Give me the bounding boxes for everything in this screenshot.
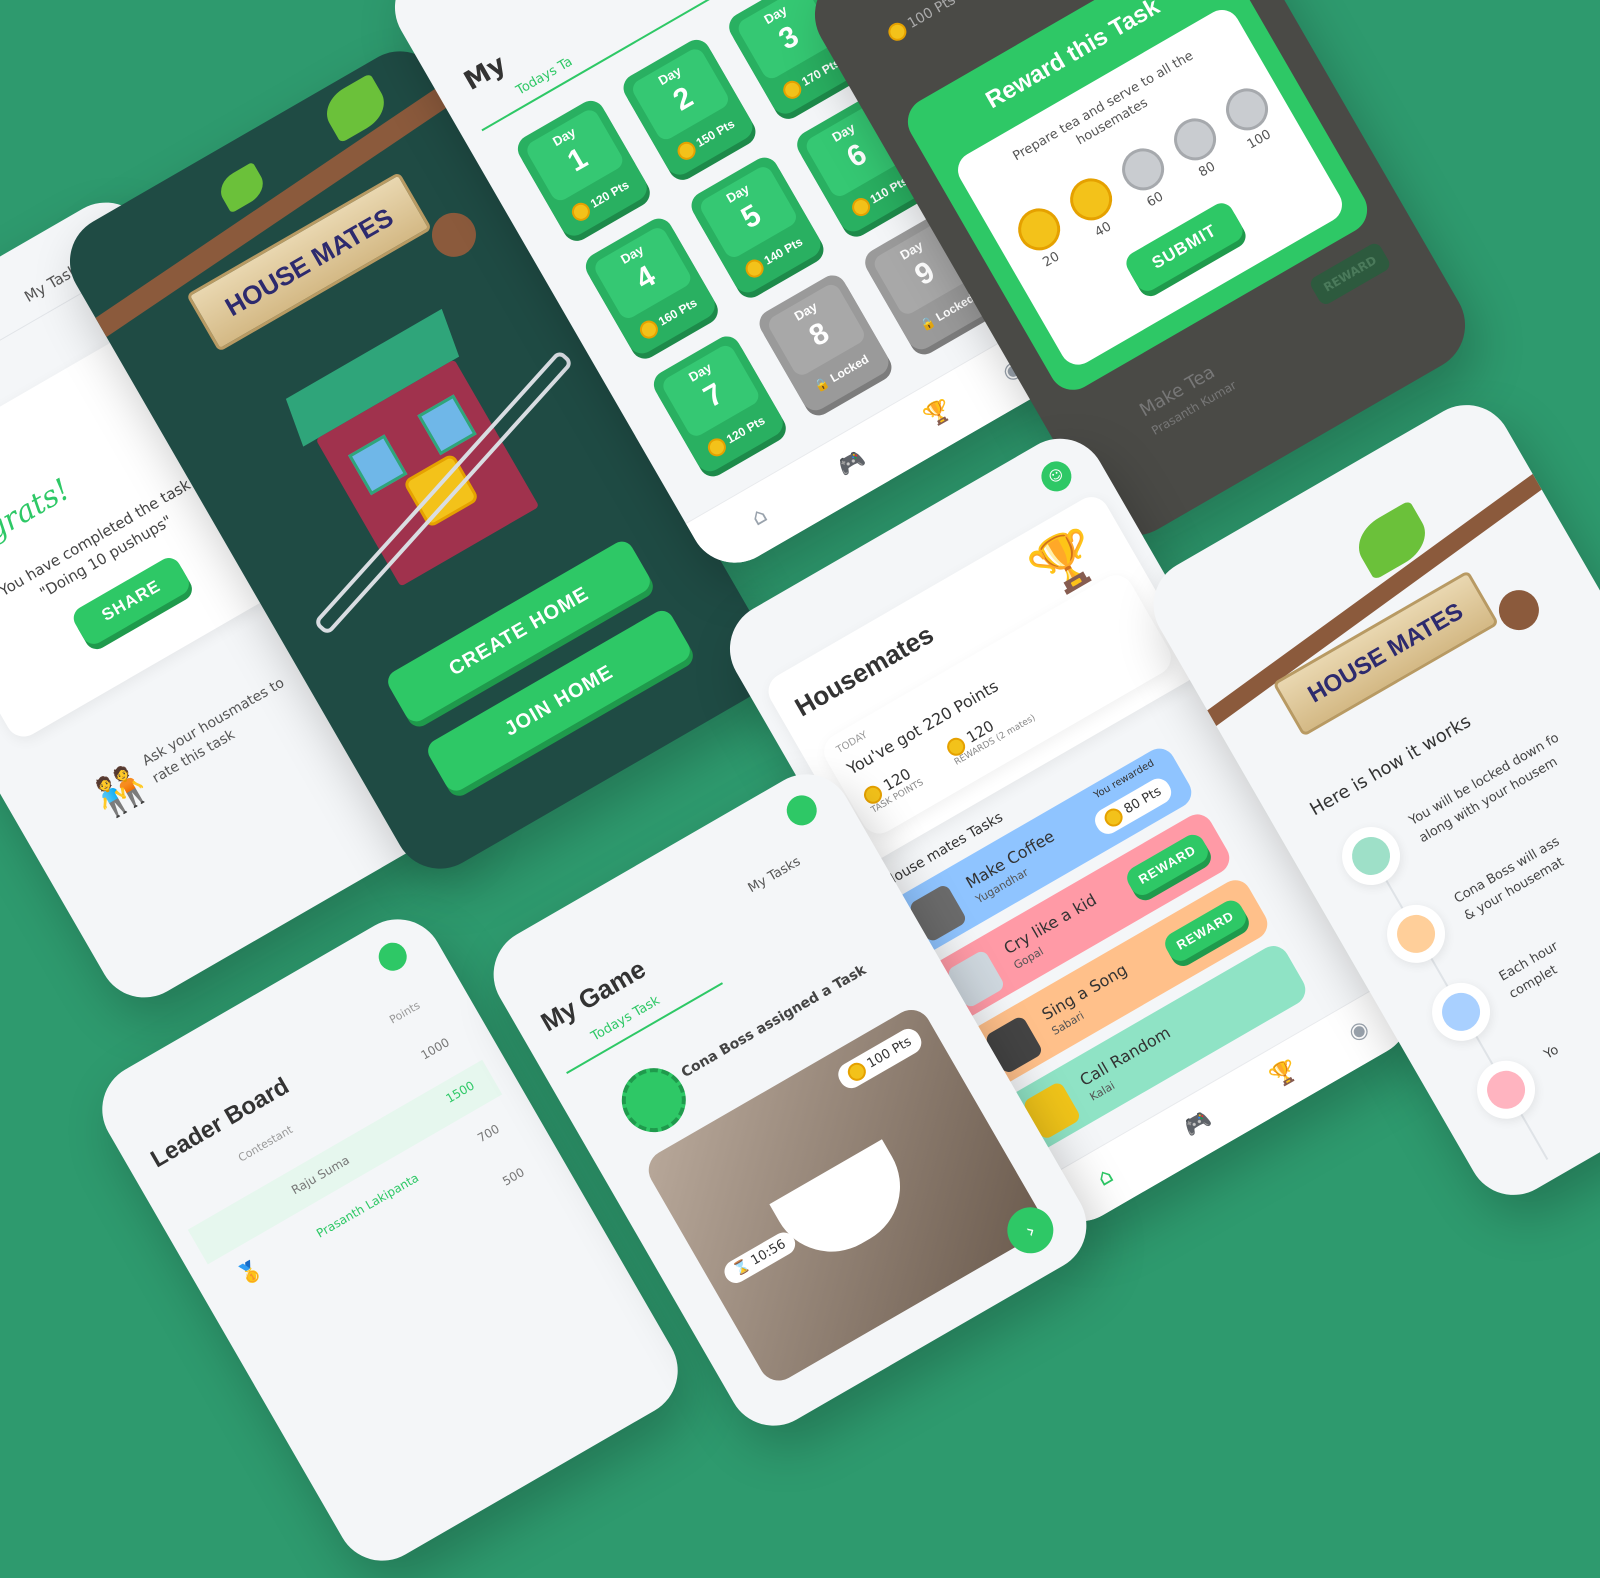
col-points: Points — [387, 998, 423, 1027]
row-name: Raju Suma — [289, 1152, 352, 1198]
profile-icon[interactable] — [781, 789, 823, 831]
rating-value: 100 — [1244, 127, 1274, 153]
submit-button[interactable]: SUBMIT — [1122, 198, 1247, 296]
housemates-emoji-icon: 🧑‍🤝‍🧑 — [87, 759, 154, 825]
trophy-icon[interactable]: 🏆 — [1266, 1056, 1302, 1091]
page-title: My — [459, 49, 512, 97]
home-icon[interactable]: ⌂ — [1093, 1163, 1118, 1192]
points-badge: 100 Pts — [834, 1024, 926, 1093]
gamepad-icon[interactable]: 🎮 — [834, 446, 870, 481]
reward-button[interactable]: REWARD — [1122, 830, 1213, 900]
rating-coin-grey[interactable] — [1166, 110, 1224, 169]
step-text: Each hour complet — [1496, 937, 1573, 1004]
step-text: Cona Boss will ass & your housemat — [1451, 832, 1574, 926]
medal-icon: 🥇 — [233, 1255, 267, 1290]
page-title: My Game — [535, 953, 651, 1038]
locked-house-illustration — [273, 306, 575, 637]
coffee-cup — [769, 1139, 922, 1274]
step-podium — [1466, 1050, 1546, 1130]
step-star — [1421, 972, 1501, 1052]
ask-text: Ask your housmates to rate this task — [139, 673, 299, 788]
bg-reward-button: REWARD — [1307, 240, 1393, 307]
monkey-icon — [423, 204, 485, 265]
step-virus — [1376, 894, 1456, 974]
task-name: Sing a Song — [1038, 959, 1131, 1024]
row-points: 500 — [500, 1165, 527, 1189]
rating-value: 40 — [1092, 219, 1115, 241]
rating-value: 20 — [1040, 249, 1063, 271]
home-icon[interactable]: ⌂ — [747, 503, 772, 532]
desc-line: housemates — [1073, 95, 1151, 149]
hourglass-icon: ⌛ — [730, 1257, 753, 1279]
tab-my-tasks[interactable]: My Tasks — [746, 854, 804, 896]
step-text: Yo — [1541, 1041, 1563, 1065]
monkey-icon — [1491, 582, 1547, 638]
eye-icon[interactable]: ◉ — [1344, 1015, 1373, 1046]
rating-coin-grey[interactable] — [1114, 140, 1172, 199]
rating-value: 60 — [1144, 189, 1167, 211]
step-line: Yo — [1541, 1042, 1562, 1063]
profile-icon[interactable] — [373, 937, 412, 976]
lock-icon: 🔒 — [811, 374, 832, 395]
row-points: 700 — [475, 1121, 502, 1146]
day-tile[interactable]: Day 1 120 Pts — [512, 95, 652, 241]
modal-body: Prepare tea and serve to all the housema… — [951, 3, 1349, 372]
reward-button[interactable]: REWARD — [1160, 896, 1251, 966]
lock-icon: 🔒 — [917, 313, 938, 334]
day-tile-locked[interactable]: Day 8 🔒 Locked — [754, 270, 894, 416]
timer-badge: ⌛ 10:56 — [720, 1228, 800, 1288]
rating-coin-gold[interactable] — [1010, 200, 1068, 259]
row-points: 1500 — [443, 1078, 477, 1106]
gamepad-icon[interactable]: 🎮 — [1180, 1106, 1216, 1141]
rating-coin-gold[interactable] — [1062, 170, 1120, 229]
profile-icon[interactable]: ☺ — [1035, 455, 1077, 497]
day-tile[interactable]: Day 7 120 Pts — [648, 331, 788, 477]
trophy-icon[interactable]: 🏆 — [920, 396, 956, 431]
row-points: 1000 — [418, 1035, 452, 1063]
day-tile[interactable]: Day 2 150 Pts — [618, 34, 758, 180]
bg-points: 100 Pts — [885, 0, 959, 45]
rewards-label: REWARDS (2 mates) — [952, 712, 1038, 768]
rating-value: 80 — [1196, 159, 1219, 181]
day-tile[interactable]: Day 5 140 Pts — [686, 152, 826, 298]
day-tile[interactable]: Day 4 160 Pts — [580, 213, 720, 359]
step-lock — [1331, 816, 1411, 896]
